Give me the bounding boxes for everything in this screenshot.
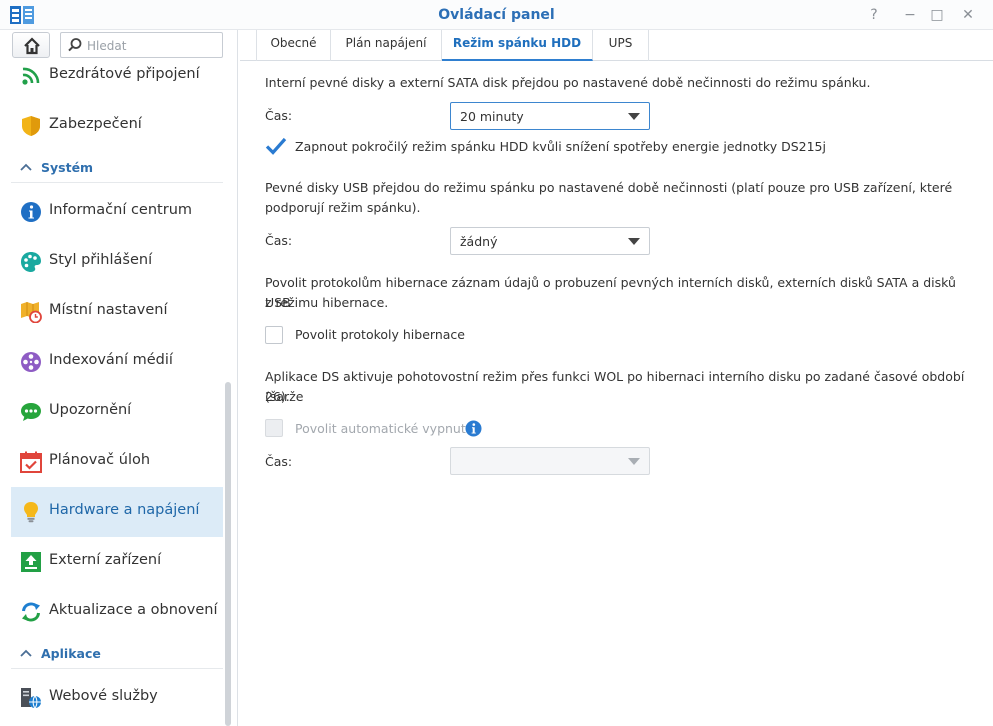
tab-power-schedule[interactable]: Plán napájení <box>331 30 442 61</box>
usb-time-label: Čas: <box>265 233 293 248</box>
chevron-up-icon <box>20 649 32 657</box>
advanced-hibernation-checkbox-label[interactable]: Zapnout pokročilý režim spánku HDD kvůli… <box>295 139 826 154</box>
tab-hdd-hibernation[interactable]: Režim spánku HDD <box>442 30 593 61</box>
sidebar-item-regional-options[interactable]: Místní nastavení <box>11 287 223 337</box>
select-value: 20 minuty <box>460 109 524 124</box>
upload-arrow-icon <box>21 552 41 572</box>
help-icon[interactable]: ? <box>861 4 887 26</box>
dropdown-arrow-icon <box>628 458 640 465</box>
section-header-system[interactable]: Systém <box>11 155 223 183</box>
web-services-icon <box>21 688 41 709</box>
minimize-icon[interactable]: − <box>897 4 923 26</box>
lightbulb-icon <box>24 502 38 523</box>
sidebar-item-update-restore[interactable]: Aktualizace a obnovení <box>11 587 223 637</box>
close-icon[interactable]: ✕ <box>955 4 981 26</box>
usb-disks-description-line2: podporují režim spánku). <box>265 200 421 215</box>
refresh-icon <box>22 602 40 622</box>
palette-icon <box>21 252 41 272</box>
auto-poweroff-checkbox-label: Povolit automatické vypnutí <box>295 421 470 436</box>
usb-time-select[interactable]: žádný <box>450 227 650 255</box>
sidebar-item-label: Informační centrum <box>49 202 193 218</box>
dropdown-arrow-icon <box>628 238 640 245</box>
internal-disks-description: Interní pevné disky a externí SATA disk … <box>265 75 871 90</box>
window-title: Ovládací panel <box>438 7 555 23</box>
section-label: Aplikace <box>41 646 101 661</box>
wol-description-line2: 26). <box>265 389 290 404</box>
sidebar-item-label: Zabezpečení <box>49 116 142 132</box>
usb-disks-description-line1: Pevné disky USB přejdou do režimu spánku… <box>265 180 953 195</box>
checkmark-icon[interactable] <box>265 136 287 156</box>
film-reel-icon <box>21 352 41 372</box>
sidebar-item-label: Bezdrátové připojení <box>49 66 200 82</box>
sidebar-item-label: Aktualizace a obnovení <box>49 602 218 618</box>
sidebar-item-label: Upozornění <box>49 402 132 418</box>
sidebar-item-label: Plánovač úloh <box>49 452 151 468</box>
chat-bubble-icon <box>21 403 41 421</box>
wifi-icon <box>22 67 40 85</box>
wol-time-label: Čas: <box>265 454 293 469</box>
hibernation-logs-checkbox[interactable] <box>265 326 283 344</box>
sidebar-item-web-services[interactable]: Webové služby <box>11 673 223 723</box>
sidebar-item-login-style[interactable]: Styl přihlášení <box>11 237 223 287</box>
chevron-up-icon <box>20 163 32 171</box>
sidebar-item-notifications[interactable]: Upozornění <box>11 387 223 437</box>
map-clock-icon <box>21 302 42 323</box>
sidebar-item-security[interactable]: Zabezpečení <box>11 101 223 151</box>
maximize-icon[interactable]: □ <box>924 4 950 26</box>
hibernation-logs-description-line2: z režimu hibernace. <box>265 295 389 310</box>
calendar-check-icon <box>20 451 42 473</box>
title-bar: Ovládací panel ? − □ ✕ <box>0 0 993 30</box>
tab-bar: Obecné Plán napájení Režim spánku HDD UP… <box>240 30 993 61</box>
select-value: žádný <box>460 234 498 249</box>
dropdown-arrow-icon <box>628 113 640 120</box>
sidebar-item-label: Webové služby <box>49 688 158 704</box>
sidebar-item-media-indexing[interactable]: Indexování médií <box>11 337 223 387</box>
internal-time-label: Čas: <box>265 108 293 123</box>
auto-poweroff-checkbox[interactable] <box>265 419 283 437</box>
sidebar-item-task-scheduler[interactable]: Plánovač úloh <box>11 437 223 487</box>
sidebar-item-external-devices[interactable]: Externí zařízení <box>11 537 223 587</box>
info-icon <box>21 202 41 222</box>
sidebar-item-label: Externí zařízení <box>49 552 162 568</box>
internal-time-select[interactable]: 20 minuty <box>450 102 650 130</box>
hibernation-logs-checkbox-label[interactable]: Povolit protokoly hibernace <box>295 327 465 342</box>
sidebar-scrollbar[interactable] <box>225 382 231 726</box>
shield-icon <box>22 116 40 136</box>
sidebar-item-label: Indexování médií <box>49 352 173 368</box>
sidebar-item-label: Hardware a napájení <box>49 502 200 518</box>
sidebar-item-info-center[interactable]: Informační centrum <box>11 187 223 237</box>
sidebar-item-wireless[interactable]: Bezdrátové připojení <box>11 51 223 101</box>
tab-ups[interactable]: UPS <box>593 30 649 61</box>
section-label: Systém <box>41 160 94 175</box>
sidebar: Bezdrátové připojení Zabezpečení Systém … <box>0 30 238 726</box>
wol-time-select <box>450 447 650 475</box>
tab-general[interactable]: Obecné <box>256 30 331 61</box>
sidebar-item-label: Styl přihlášení <box>49 252 153 268</box>
sidebar-item-label: Místní nastavení <box>49 302 168 318</box>
section-header-applications[interactable]: Aplikace <box>11 641 223 669</box>
sidebar-item-hardware-power[interactable]: Hardware a napájení <box>11 487 223 537</box>
info-tooltip-icon[interactable] <box>465 420 482 437</box>
hdd-hibernation-panel: Interní pevné disky a externí SATA disk … <box>240 62 993 726</box>
